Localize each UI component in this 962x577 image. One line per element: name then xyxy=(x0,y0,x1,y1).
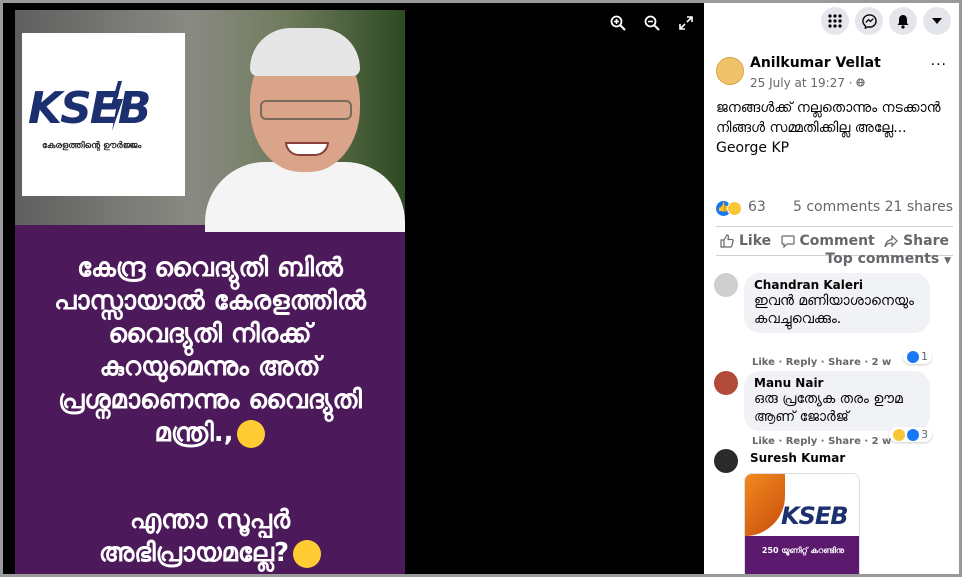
kseb-logo-text: KSEB xyxy=(781,502,849,530)
comment-reactions[interactable]: 3 xyxy=(889,427,932,442)
haha-reaction-icon xyxy=(893,428,905,441)
comment-text: ഇവൻ മണിയാശാനെയും കവച്ചുവെക്കും. xyxy=(754,293,914,327)
post-text: ജനങ്ങൾക്ക് നല്ലതൊന്നും നടക്കാൻ നിങ്ങൾ സമ… xyxy=(716,100,941,156)
comment-item: Chandran Kaleri ഇവൻ മണിയാശാനെയും കവച്ചുവ… xyxy=(714,273,954,368)
poster-second-text: എന്താ സൂപ്പർ അഭിപ്രായമല്ലേ? xyxy=(15,504,405,570)
comment-item: Suresh Kumar KSEB 250 യൂണിറ്റ് കറണ്ടിനു xyxy=(714,449,954,574)
comment-sort-dropdown[interactable]: Top comments ▼ xyxy=(825,251,951,267)
post-panel: Anilkumar Vellat 25 July at 19:27 · ··· … xyxy=(704,3,959,574)
neutral-face-emoji-icon xyxy=(237,419,266,448)
reactions-summary: 👍 63 5 comments 21 shares xyxy=(716,199,953,221)
comments-count[interactable]: 5 comments xyxy=(793,199,880,215)
kseb-logo-box: KSEB കേരളത്തിന്റെ ഊർജ്ജം xyxy=(22,33,185,196)
zoom-out-icon[interactable] xyxy=(644,15,660,31)
avatar[interactable] xyxy=(714,371,738,395)
fullscreen-icon[interactable] xyxy=(678,15,694,31)
comment-bubble: Chandran Kaleri ഇവൻ മണിയാശാനെയും കവച്ചുവ… xyxy=(744,273,930,333)
comment-actions[interactable]: Like · Reply · Share · 2 w xyxy=(752,436,891,447)
chevron-down-icon: ▼ xyxy=(944,256,951,266)
comment-actions[interactable]: Like · Reply · Share · 2 w xyxy=(752,357,891,368)
reaction-icons[interactable]: 👍 xyxy=(716,201,746,217)
post-header: Anilkumar Vellat 25 July at 19:27 · ··· xyxy=(716,55,951,95)
comment-button[interactable]: Comment xyxy=(777,233,879,249)
viewer-toolbar xyxy=(610,15,694,31)
like-reaction-icon xyxy=(907,428,919,441)
author-name[interactable]: Anilkumar Vellat xyxy=(750,55,881,71)
post-options-button[interactable]: ··· xyxy=(931,57,947,73)
like-button[interactable]: Like xyxy=(716,233,775,249)
share-icon xyxy=(884,234,898,248)
like-reaction-icon xyxy=(907,350,919,363)
post-image[interactable]: KSEB കേരളത്തിന്റെ ഊർജ്ജം കേന്ദ്ര വൈദ്യുത… xyxy=(15,10,405,574)
post-timestamp[interactable]: 25 July at 19:27 · xyxy=(750,76,866,90)
avatar[interactable] xyxy=(714,449,738,473)
comment-reactions[interactable]: 1 xyxy=(903,349,932,364)
person-photo xyxy=(205,22,405,232)
globe-icon xyxy=(856,78,866,87)
comment-item: Manu Nair ഒരു പ്രത്യേക തരം ഊമ ആണ് ജോർജ് … xyxy=(714,371,954,449)
kseb-swoosh-graphic xyxy=(745,474,785,536)
kseb-tagline: കേരളത്തിന്റെ ഊർജ്ജം xyxy=(42,141,142,151)
commenter-name[interactable]: Suresh Kumar xyxy=(750,451,845,465)
shares-count[interactable]: 21 shares xyxy=(885,199,953,215)
haha-reaction-icon xyxy=(727,201,742,216)
kseb-logo-text: KSEB xyxy=(28,83,151,134)
comment-share-counts: 5 comments 21 shares xyxy=(793,199,953,215)
attachment-caption: 250 യൂണിറ്റ് കറണ്ടിനു xyxy=(745,536,859,574)
commenter-name[interactable]: Manu Nair xyxy=(754,376,920,390)
reaction-count[interactable]: 63 xyxy=(748,199,766,215)
comment-text: ഒരു പ്രത്യേക തരം ഊമ ആണ് ജോർജ് xyxy=(754,391,903,425)
zoom-in-icon[interactable] xyxy=(610,15,626,31)
comment-bubble: Manu Nair ഒരു പ്രത്യേക തരം ഊമ ആണ് ജോർജ് xyxy=(744,371,930,431)
avatar[interactable] xyxy=(714,273,738,297)
avatar[interactable] xyxy=(716,57,744,85)
top-bar xyxy=(821,7,951,35)
commenter-name[interactable]: Chandran Kaleri xyxy=(754,278,920,292)
photo-background: KSEB കേരളത്തിന്റെ ഊർജ്ജം xyxy=(15,10,405,232)
smiling-face-emoji-icon xyxy=(293,539,322,568)
account-menu-icon[interactable] xyxy=(923,7,951,35)
notifications-icon[interactable] xyxy=(889,7,917,35)
poster-main-text: കേന്ദ്ര വൈദ്യുതി ബിൽ പാസ്സായാൽ കേരളത്തിൽ… xyxy=(54,253,366,448)
share-button[interactable]: Share xyxy=(880,233,953,249)
apps-grid-icon[interactable] xyxy=(821,7,849,35)
thumbs-up-icon xyxy=(720,234,734,248)
comment-image-attachment[interactable]: KSEB 250 യൂണിറ്റ് കറണ്ടിനു xyxy=(744,473,860,574)
messenger-icon[interactable] xyxy=(855,7,883,35)
comment-icon xyxy=(780,235,795,248)
photo-viewer: KSEB കേരളത്തിന്റെ ഊർജ്ജം കേന്ദ്ര വൈദ്യുത… xyxy=(3,3,704,574)
